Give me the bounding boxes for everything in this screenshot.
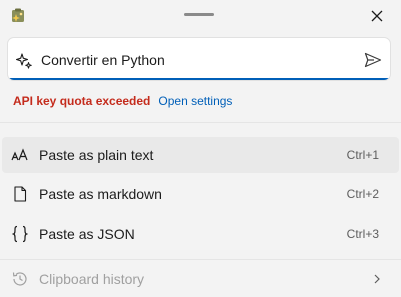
advanced-paste-app-icon [12, 8, 24, 22]
close-button[interactable] [366, 5, 388, 27]
shortcut-label: Ctrl+2 [346, 187, 379, 201]
open-settings-link[interactable]: Open settings [158, 94, 232, 108]
menu-item-label: Paste as JSON [39, 226, 135, 242]
shortcut-label: Ctrl+1 [346, 148, 379, 162]
chevron-right-icon[interactable] [371, 272, 383, 286]
send-button[interactable] [362, 50, 384, 70]
paste-as-markdown-item[interactable]: Paste as markdown Ctrl+2 [2, 176, 399, 212]
send-icon [364, 52, 382, 68]
history-icon [11, 270, 29, 288]
clipboard-history-label: Clipboard history [39, 271, 145, 287]
document-icon [11, 185, 29, 203]
menu-item-label: Paste as plain text [39, 147, 154, 163]
custom-prompt-box [7, 37, 391, 81]
paste-as-plain-text-item[interactable]: Paste as plain text Ctrl+1 [2, 137, 399, 173]
sparkle-icon [15, 53, 32, 69]
status-row: API key quota exceeded Open settings [13, 93, 232, 109]
shortcut-label: Ctrl+3 [346, 227, 379, 241]
title-bar [0, 0, 401, 32]
drag-handle[interactable] [184, 13, 214, 16]
divider [0, 259, 401, 260]
clipboard-history-toggle[interactable]: Clipboard history [2, 263, 399, 295]
divider [0, 122, 401, 123]
paste-as-json-item[interactable]: Paste as JSON Ctrl+3 [2, 216, 399, 252]
close-icon [371, 10, 383, 22]
menu-item-label: Paste as markdown [39, 186, 162, 202]
braces-icon [11, 225, 29, 243]
prompt-input[interactable] [41, 48, 341, 72]
error-message: API key quota exceeded [13, 94, 151, 108]
font-size-icon [11, 146, 29, 164]
